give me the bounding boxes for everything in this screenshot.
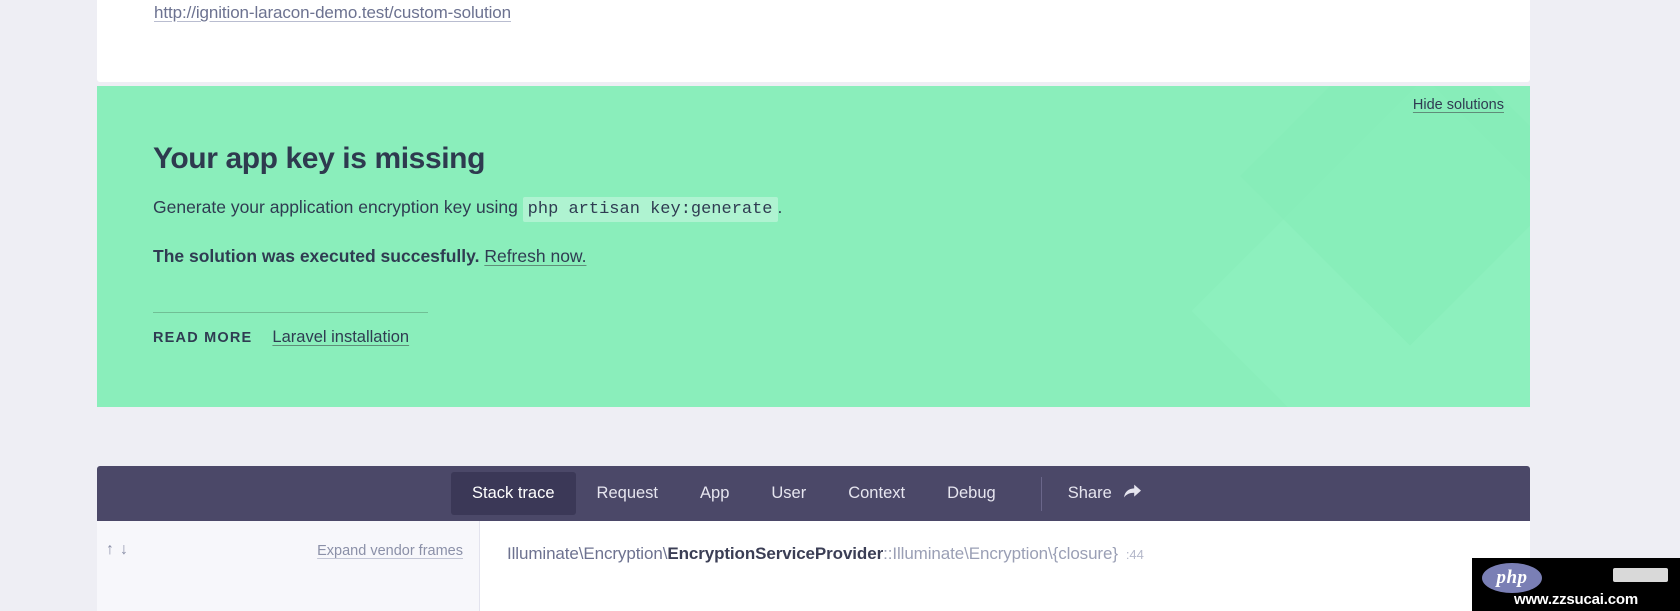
tab-app[interactable]: App [679,472,750,515]
solution-description-suffix: . [778,197,783,217]
solution-divider [153,312,428,313]
request-url-link[interactable]: http://ignition-laracon-demo.test/custom… [154,3,511,23]
tab-separator [1041,477,1042,511]
solution-executed-text: The solution was executed succesfully. [153,246,479,266]
ignition-error-page: http://ignition-laracon-demo.test/custom… [0,0,1680,611]
read-more-label: READ MORE [153,330,252,346]
share-button[interactable]: Share [1056,483,1154,504]
php-logo-icon: php [1482,563,1542,593]
frames-sidebar: ↑ ↓ Expand vendor frames [97,521,480,611]
share-arrow-icon [1123,483,1142,504]
solution-card: Hide solutions Your app key is missing G… [97,86,1530,407]
watermark-site-text: www.zzsucai.com [1472,591,1680,608]
solution-command-code: php artisan key:generate [523,197,778,222]
tab-user[interactable]: User [750,472,827,515]
tab-context[interactable]: Context [827,472,926,515]
solution-description-prefix: Generate your application encryption key… [153,197,523,217]
solution-title: Your app key is missing [153,142,485,176]
tab-list: Stack trace Request App User Context Deb… [451,466,1154,521]
frame-class-name: EncryptionServiceProvider [667,544,883,563]
watermark-overlay: php www.zzsucai.com [1472,558,1680,611]
sort-up-icon[interactable]: ↑ [106,542,114,558]
tab-debug[interactable]: Debug [926,472,1017,515]
frame-method: ::Illuminate\Encryption\{closure} [883,544,1118,563]
url-strip: http://ignition-laracon-demo.test/custom… [97,0,1530,82]
frame-sort-controls[interactable]: ↑ ↓ [106,542,128,558]
refresh-now-link[interactable]: Refresh now. [484,246,586,266]
stack-frames-panel: ↑ ↓ Expand vendor frames Illuminate\Encr… [97,521,1530,611]
expand-vendor-frames-link[interactable]: Expand vendor frames [317,543,463,559]
tab-bar: Stack trace Request App User Context Deb… [97,466,1530,521]
frame-line-number: :44 [1126,547,1144,562]
tab-stack-trace[interactable]: Stack trace [451,472,576,515]
sort-down-icon[interactable]: ↓ [120,542,128,558]
frame-detail: Illuminate\Encryption\EncryptionServiceP… [480,521,1530,611]
share-button-label: Share [1068,484,1112,503]
hide-solutions-link[interactable]: Hide solutions [1413,97,1504,113]
solution-executed-row: The solution was executed succesfully. R… [153,248,586,266]
frame-path: Illuminate\Encryption\EncryptionServiceP… [507,544,1144,564]
tab-request[interactable]: Request [576,472,679,515]
read-more-row: READ MORE Laravel installation [153,328,409,347]
watermark-bar [1613,568,1668,582]
read-more-link[interactable]: Laravel installation [272,328,409,347]
solution-description: Generate your application encryption key… [153,199,782,218]
frame-namespace: Illuminate\Encryption\ [507,544,667,563]
